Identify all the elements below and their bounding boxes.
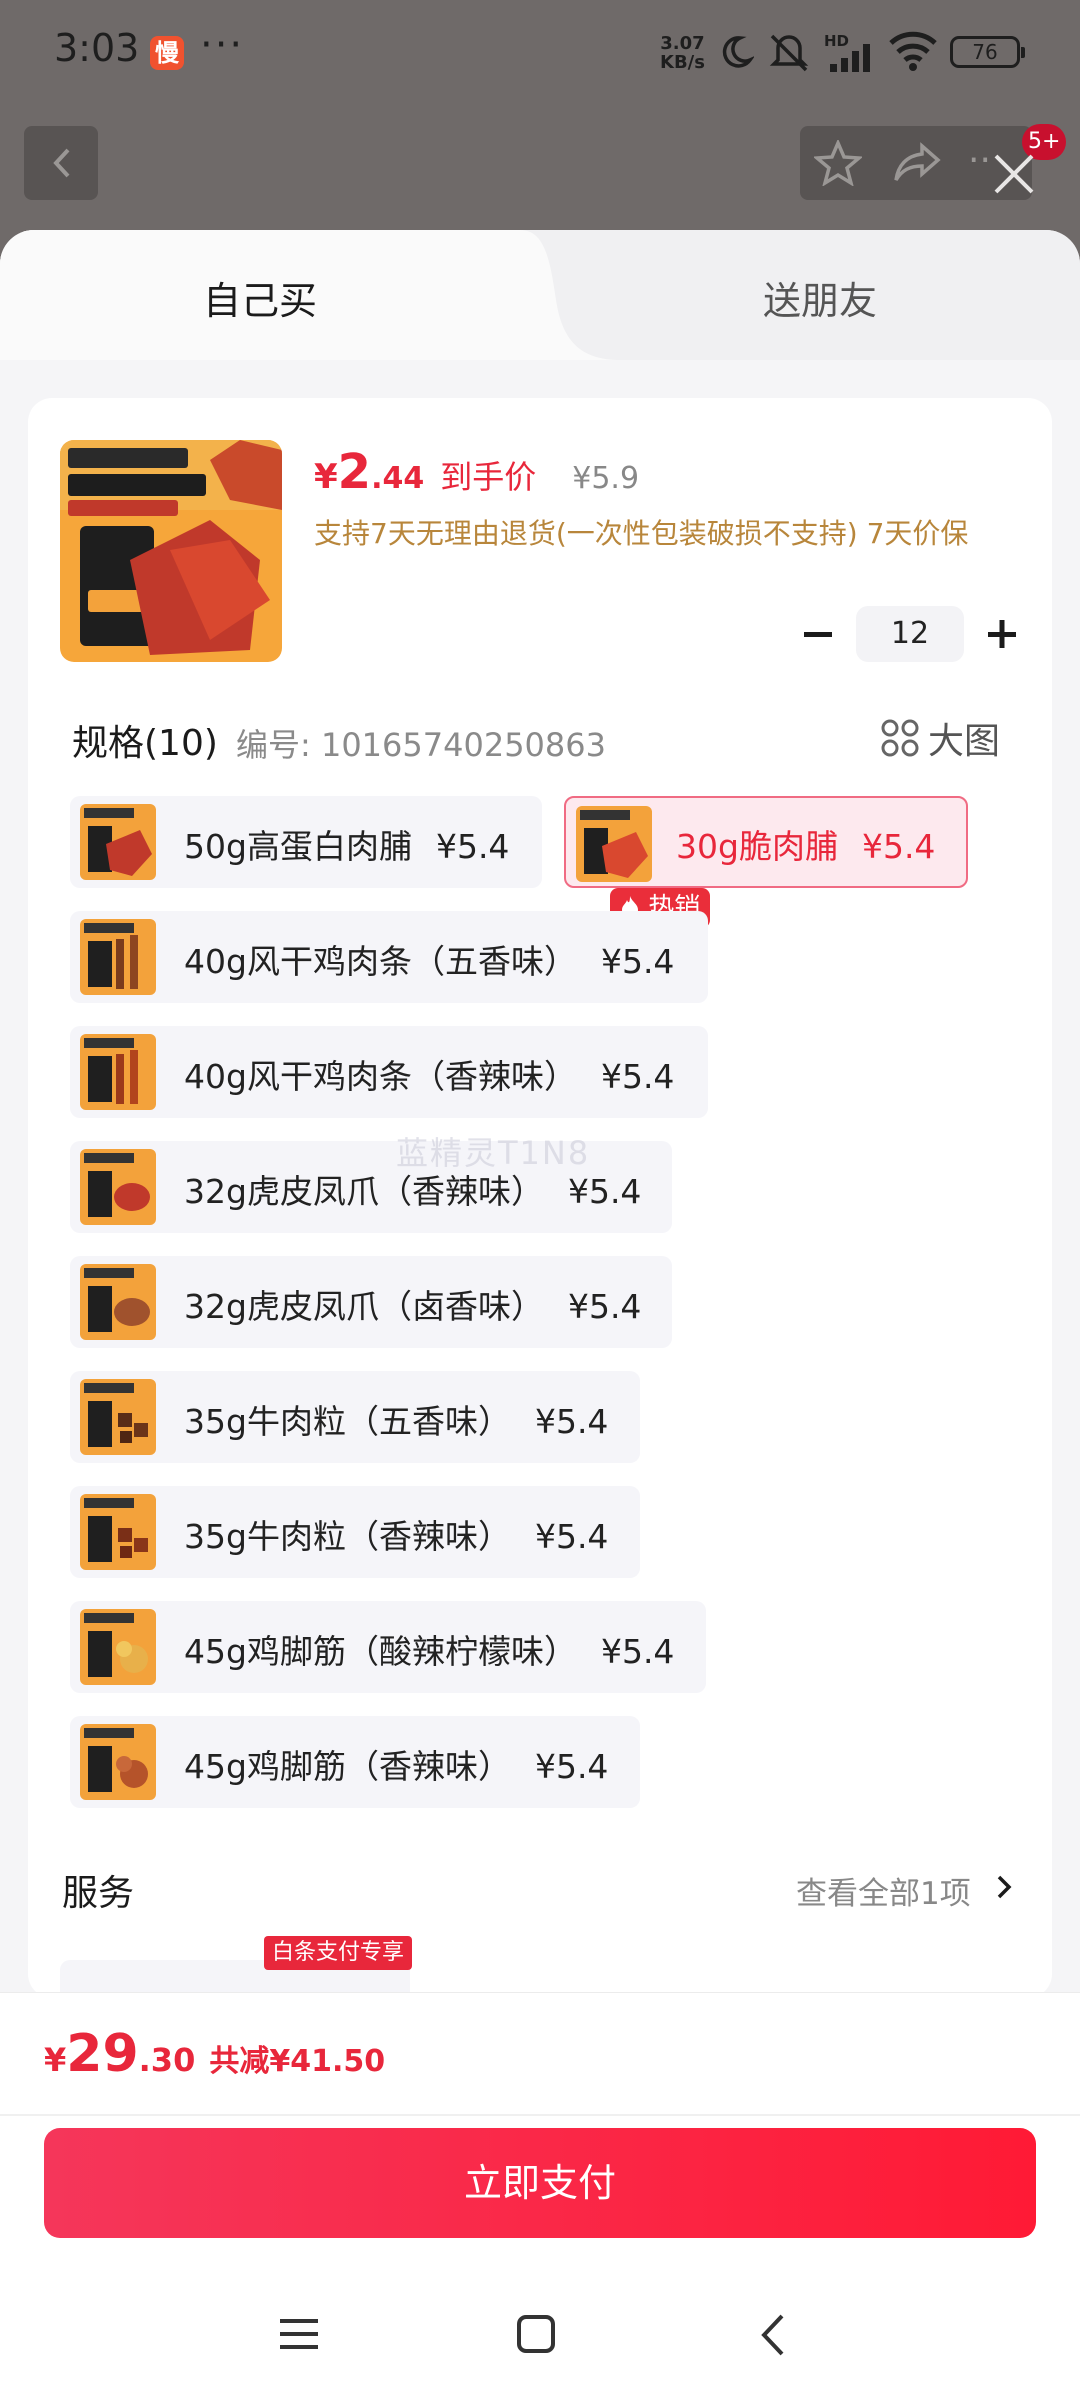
tab-send-to-friend[interactable]: 送朋友 [560, 270, 1080, 325]
spec-option[interactable]: 35g牛肉粒（香辣味） ¥5.4 [70, 1486, 640, 1578]
page-back-button[interactable] [24, 126, 98, 200]
spec-option[interactable]: 35g牛肉粒（五香味） ¥5.4 [70, 1371, 640, 1463]
spec-option-price: ¥5.4 [600, 1632, 675, 1671]
spec-option-name: 40g风干鸡肉条（香辣味） [184, 1057, 577, 1096]
signal-icon [830, 44, 870, 72]
menu-icon[interactable] [278, 2316, 320, 2352]
spec-option-name: 40g风干鸡肉条（五香味） [184, 942, 577, 981]
increase-quantity-button[interactable] [984, 608, 1020, 660]
total-integer: 29 [66, 2024, 139, 2084]
pay-now-button[interactable]: 立即支付 [44, 2128, 1036, 2238]
spec-option-price: ¥5.4 [600, 942, 675, 981]
price-integer: 2 [337, 444, 372, 500]
spec-option[interactable]: 50g高蛋白肉脯 ¥5.4 [70, 796, 542, 888]
decrease-quantity-button[interactable] [800, 608, 836, 660]
more-notifications-icon: ··· [200, 22, 245, 68]
spec-option-price: ¥5.4 [534, 1517, 609, 1556]
price-row: ¥2.44 到手价 ¥5.9 [314, 444, 639, 504]
grid-icon [881, 719, 919, 757]
spec-option-name: 35g牛肉粒（香辣味） [184, 1517, 511, 1556]
mute-icon [769, 34, 809, 72]
original-price: ¥5.9 [572, 461, 640, 496]
service-view-all[interactable]: 查看全部1项 [796, 1868, 971, 1913]
spec-option-image [80, 1494, 156, 1570]
spec-option-name: 35g牛肉粒（五香味） [184, 1402, 511, 1441]
product-code: 编号: 10165740250863 [236, 726, 606, 764]
total-currency: ¥ [44, 2041, 67, 2079]
total-decimal: .30 [138, 2041, 196, 2079]
chevron-left-icon [53, 148, 70, 178]
price-decimal: .44 [371, 461, 425, 496]
product-image[interactable] [60, 440, 282, 662]
spec-option[interactable]: 45g鸡脚筋（酸辣柠檬味） ¥5.4 [70, 1601, 706, 1693]
spec-option-name: 32g虎皮凤爪（香辣味） [184, 1172, 544, 1211]
share-icon[interactable] [892, 140, 942, 186]
spec-option-name: 32g虎皮凤爪（卤香味） [184, 1287, 544, 1326]
total-discount: 共减¥41.50 [209, 2044, 386, 2079]
app-notification-icon: 慢 [150, 36, 184, 70]
spec-option-image [80, 1264, 156, 1340]
quantity-input[interactable]: 12 [856, 606, 964, 662]
spec-option-image [80, 1379, 156, 1455]
spec-option-name: 50g高蛋白肉脯 [184, 827, 412, 866]
spec-title: 规格(10) [72, 723, 218, 764]
spec-option-name: 45g鸡脚筋（酸辣柠檬味） [184, 1632, 577, 1671]
spec-option-price: ¥5.4 [435, 827, 510, 866]
total-price: ¥29.30 共减¥41.50 [44, 2024, 385, 2094]
back-icon[interactable] [758, 2312, 788, 2358]
tab-buy-for-self[interactable]: 自己买 [0, 270, 520, 325]
spec-option-price: ¥5.4 [534, 1747, 609, 1786]
star-icon[interactable] [814, 140, 862, 186]
spec-option[interactable]: 40g风干鸡肉条（香辣味） ¥5.4 [70, 1026, 708, 1118]
spec-option[interactable]: 45g鸡脚筋（香辣味） ¥5.4 [70, 1716, 640, 1808]
home-icon[interactable] [516, 2314, 556, 2354]
spec-option-price: ¥5.4 [861, 827, 936, 866]
spec-option-name: 45g鸡脚筋（香辣味） [184, 1747, 511, 1786]
big-image-label: 大图 [928, 721, 1001, 762]
divider [0, 2114, 1080, 2116]
network-speed-unit: KB/s [660, 52, 705, 73]
spec-option-image [80, 804, 156, 880]
watermark: 蓝精灵T1N8 [396, 1134, 591, 1172]
service-badge: 白条支付专享 [264, 1936, 413, 1970]
spec-option-image [576, 806, 652, 882]
spec-option-image [80, 1724, 156, 1800]
network-speed: 3.07 KB/s [660, 34, 705, 72]
chevron-right-icon[interactable] [994, 1872, 1014, 1902]
return-policy: 支持7天无理由退货(一次性包装破损不支持) 7天价保 [314, 517, 969, 550]
spec-option-price: ¥5.4 [567, 1287, 642, 1326]
spec-option-image [80, 1149, 156, 1225]
spec-option-price: ¥5.4 [534, 1402, 609, 1441]
wifi-icon [889, 31, 937, 71]
spec-option-selected[interactable]: 30g脆肉脯 ¥5.4 [564, 796, 968, 888]
status-time: 3:03 [54, 26, 140, 70]
final-price-label: 到手价 [440, 458, 537, 496]
spec-option[interactable]: 40g风干鸡肉条（五香味） ¥5.4 [70, 911, 708, 1003]
spec-option-price: ¥5.4 [600, 1057, 675, 1096]
service-title: 服务 [62, 1873, 135, 1914]
spec-option-image [80, 1609, 156, 1685]
spec-option-price: ¥5.4 [567, 1172, 642, 1211]
spec-option-name: 30g脆肉脯 [676, 827, 838, 866]
spec-option[interactable]: 32g虎皮凤爪（卤香味） ¥5.4 [70, 1256, 672, 1348]
spec-option-image [80, 1034, 156, 1110]
network-speed-value: 3.07 [660, 33, 705, 54]
spec-option-image [80, 919, 156, 995]
moon-icon [722, 36, 754, 68]
close-icon[interactable] [986, 146, 1042, 202]
battery-indicator: 76 [950, 36, 1025, 68]
price-currency: ¥ [314, 457, 338, 497]
big-image-toggle[interactable]: 大图 [880, 712, 1000, 764]
